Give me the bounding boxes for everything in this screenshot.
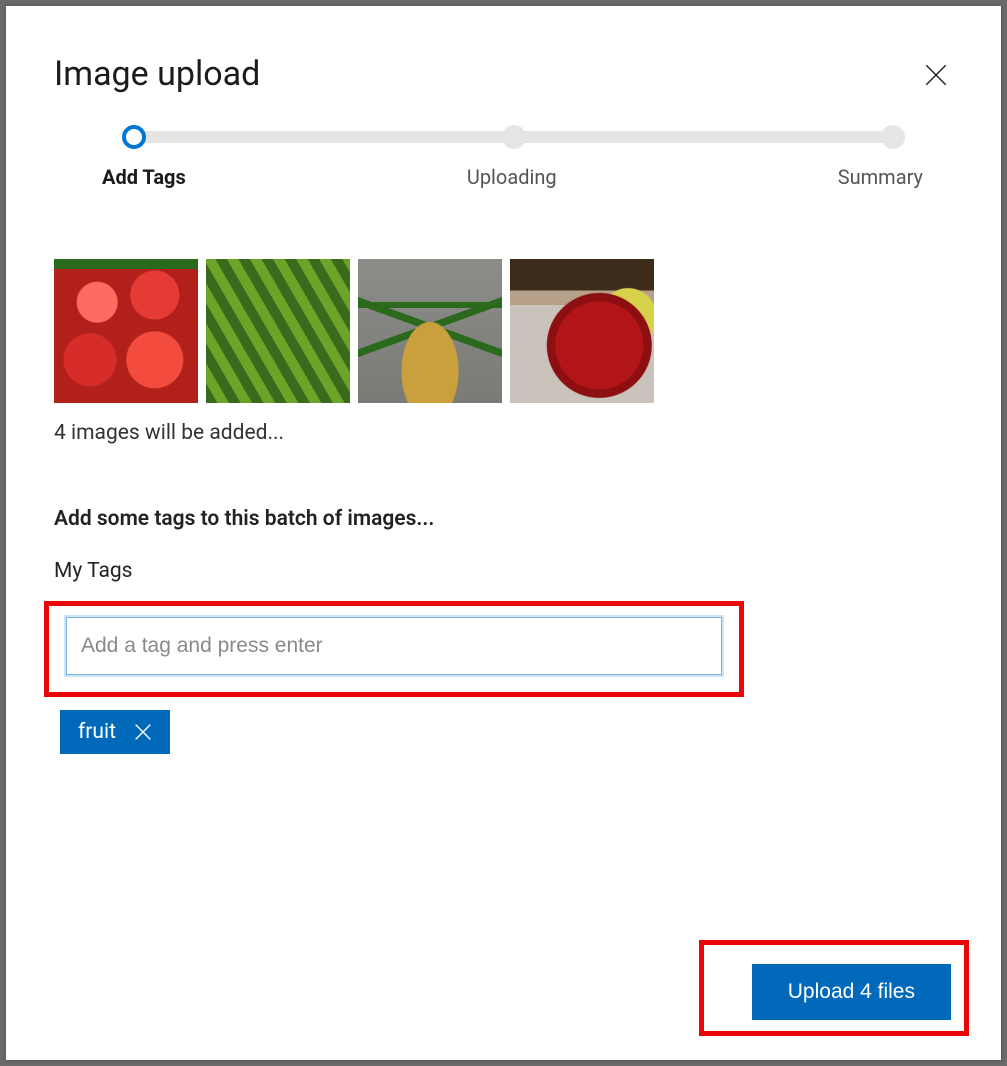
upload-files-button[interactable]: Upload 4 files [752, 964, 951, 1020]
tag-input-wrap [66, 617, 722, 675]
step-dot-uploading [502, 125, 526, 149]
thumbnail[interactable] [206, 259, 350, 403]
dialog-title: Image upload [54, 54, 260, 94]
step-label-uploading: Uploading [467, 165, 557, 189]
thumbnail-row [54, 259, 953, 403]
progress-stepper: Add Tags Uploading Summary [54, 131, 953, 189]
image-upload-dialog: Image upload Add Tags Uploading Summary … [6, 6, 1001, 1060]
step-dot-summary [881, 125, 905, 149]
close-button[interactable] [919, 58, 953, 95]
add-tags-prompt: Add some tags to this batch of images... [54, 507, 953, 531]
step-label-add-tags: Add Tags [102, 165, 186, 189]
thumbnail[interactable] [54, 259, 198, 403]
close-icon [923, 62, 949, 88]
images-added-status: 4 images will be added... [54, 421, 953, 445]
tag-input[interactable] [66, 617, 722, 675]
stepper-track [134, 131, 893, 143]
thumbnail[interactable] [358, 259, 502, 403]
tag-chip-label: fruit [78, 720, 116, 744]
step-labels: Add Tags Uploading Summary [134, 165, 893, 189]
step-dot-add-tags [122, 125, 146, 149]
tag-chip-fruit[interactable]: fruit [60, 710, 170, 754]
dialog-header: Image upload [54, 54, 953, 95]
remove-tag-icon[interactable] [132, 721, 154, 743]
step-label-summary: Summary [838, 165, 923, 189]
my-tags-label: My Tags [54, 559, 953, 583]
thumbnail[interactable] [510, 259, 654, 403]
